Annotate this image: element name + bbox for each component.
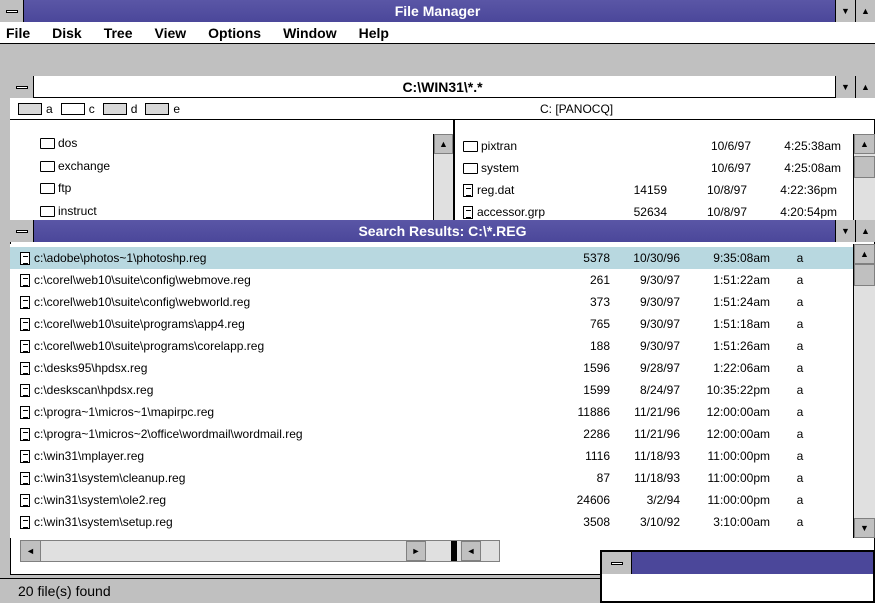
list-item[interactable]: c:\adobe\photos~1\photoshp.reg 5378 10/3…: [10, 247, 853, 269]
document-icon: [20, 493, 30, 507]
list-item[interactable]: c:\corel\web10\suite\programs\corelapp.r…: [10, 335, 853, 357]
folder-icon: [463, 162, 478, 174]
document-icon: [20, 449, 30, 463]
document-icon: [20, 273, 30, 287]
floppy-drive-icon: [145, 102, 170, 115]
document-icon: [20, 515, 30, 529]
app-system-menu-icon[interactable]: [0, 0, 24, 22]
tree-scrollbar[interactable]: ▲: [433, 134, 453, 220]
tree-item-dos[interactable]: dos: [40, 136, 77, 150]
tree-pane: dos exchange ftp instruct ▲: [10, 120, 455, 220]
list-item[interactable]: c:\deskscan\hpdsx.reg 1599 8/24/97 10:35…: [10, 379, 853, 401]
document-icon: [463, 205, 473, 219]
file-pane: pixtran 10/6/97 4:25:38am system 10/6/97…: [457, 134, 875, 220]
document-icon: [20, 427, 30, 441]
folder-icon: [40, 205, 55, 217]
scroll-down-button[interactable]: ▼: [854, 518, 875, 538]
document-icon: [20, 471, 30, 485]
directory-window-title-bar[interactable]: C:\WIN31\*.* ▼ ▲: [10, 76, 875, 98]
folder-icon: [463, 140, 478, 152]
menu-bar: File Disk Tree View Options Window Help: [0, 22, 875, 44]
status-bar: 20 file(s) found: [0, 578, 600, 603]
file-row[interactable]: system 10/6/97 4:25:08am: [463, 158, 853, 178]
search-results-title-bar[interactable]: Search Results: C:\*.REG ▼ ▲: [10, 220, 875, 242]
drive-bar: a c d e C: [PANOCQ]: [10, 98, 875, 120]
app-title-bar[interactable]: File Manager ▼ ▲: [0, 0, 875, 22]
document-icon: [20, 339, 30, 353]
list-item[interactable]: c:\win31\system\ole2.reg 24606 3/2/94 11…: [10, 489, 853, 511]
scroll-thumb[interactable]: [854, 264, 875, 286]
search-results-hscrollbar[interactable]: ◄ ► ◄: [20, 540, 500, 562]
minimize-button[interactable]: ▼: [835, 0, 855, 22]
list-item[interactable]: c:\win31\mplayer.reg 1116 11/18/93 11:00…: [10, 445, 853, 467]
list-item[interactable]: c:\win31\system\setup.reg 3508 3/10/92 3…: [10, 511, 853, 533]
floppy-drive-icon: [18, 102, 42, 115]
document-icon: [463, 183, 473, 197]
scroll-right-button[interactable]: ◄: [461, 541, 481, 561]
background-window-title-bar[interactable]: [602, 552, 873, 574]
app-title: File Manager: [394, 3, 481, 19]
scroll-right-button[interactable]: ►: [406, 541, 426, 561]
document-icon: [20, 251, 30, 265]
drive-c[interactable]: c: [60, 102, 95, 116]
list-item[interactable]: c:\corel\web10\suite\config\webmove.reg …: [10, 269, 853, 291]
menu-disk[interactable]: Disk: [52, 25, 82, 41]
list-item[interactable]: c:\corel\web10\suite\programs\app4.reg 7…: [10, 313, 853, 335]
document-icon: [20, 295, 30, 309]
background-window[interactable]: [600, 550, 875, 603]
tree-item-instruct[interactable]: instruct: [40, 204, 97, 218]
menu-tree[interactable]: Tree: [104, 25, 133, 41]
menu-help[interactable]: Help: [359, 25, 389, 41]
scroll-thumb[interactable]: [854, 156, 875, 178]
directory-window-title: C:\WIN31\*.*: [402, 78, 483, 95]
split-bar[interactable]: [451, 541, 457, 561]
hard-drive-icon: [60, 102, 85, 115]
search-system-menu-icon[interactable]: [10, 220, 34, 242]
document-icon: [20, 317, 30, 331]
background-system-menu-icon[interactable]: [602, 552, 632, 574]
hard-drive-icon: [102, 102, 127, 115]
folder-icon: [40, 160, 55, 172]
document-icon: [20, 361, 30, 375]
file-row[interactable]: reg.dat 14159 10/8/97 4:22:36pm: [463, 180, 853, 200]
search-minimize-button[interactable]: ▼: [835, 220, 855, 242]
tree-item-ftp[interactable]: ftp: [40, 181, 71, 195]
menu-options[interactable]: Options: [208, 25, 261, 41]
file-row[interactable]: pixtran 10/6/97 4:25:38am: [463, 136, 853, 156]
drive-d[interactable]: d: [102, 102, 137, 116]
document-icon: [20, 405, 30, 419]
directory-system-menu-icon[interactable]: [10, 76, 34, 98]
list-item[interactable]: c:\progra~1\micros~2\office\wordmail\wor…: [10, 423, 853, 445]
file-row[interactable]: accessor.grp 52634 10/8/97 4:20:54pm: [463, 202, 853, 222]
menu-window[interactable]: Window: [283, 25, 337, 41]
scroll-left-button[interactable]: ◄: [21, 541, 41, 561]
search-results-list: c:\adobe\photos~1\photoshp.reg 5378 10/3…: [10, 244, 853, 538]
search-results-vscrollbar[interactable]: ▲ ▼: [853, 244, 875, 538]
list-item[interactable]: c:\corel\web10\suite\config\webworld.reg…: [10, 291, 853, 313]
status-text: 20 file(s) found: [18, 583, 111, 599]
scroll-up-button[interactable]: ▲: [854, 244, 875, 264]
search-results-title: Search Results: C:\*.REG: [358, 223, 527, 239]
directory-minimize-button[interactable]: ▼: [835, 76, 855, 98]
tree-item-exchange[interactable]: exchange: [40, 159, 110, 173]
menu-file[interactable]: File: [6, 25, 30, 41]
directory-maximize-button[interactable]: ▲: [855, 76, 875, 98]
document-icon: [20, 383, 30, 397]
list-item[interactable]: c:\win31\system\cleanup.reg 87 11/18/93 …: [10, 467, 853, 489]
scroll-up-button[interactable]: ▲: [854, 134, 875, 154]
list-item[interactable]: c:\desks95\hpdsx.reg 1596 9/28/97 1:22:0…: [10, 357, 853, 379]
list-item[interactable]: c:\progra~1\micros~1\mapirpc.reg 11886 1…: [10, 401, 853, 423]
drive-e[interactable]: e: [145, 102, 180, 116]
folder-icon: [40, 137, 55, 149]
volume-label: C: [PANOCQ]: [540, 101, 614, 116]
search-maximize-button[interactable]: ▲: [855, 220, 875, 242]
scroll-up-button[interactable]: ▲: [434, 134, 453, 154]
file-pane-scrollbar[interactable]: ▲: [853, 134, 875, 220]
folder-icon: [40, 182, 55, 194]
drive-a[interactable]: a: [18, 102, 53, 116]
menu-view[interactable]: View: [155, 25, 187, 41]
maximize-button[interactable]: ▲: [855, 0, 875, 22]
